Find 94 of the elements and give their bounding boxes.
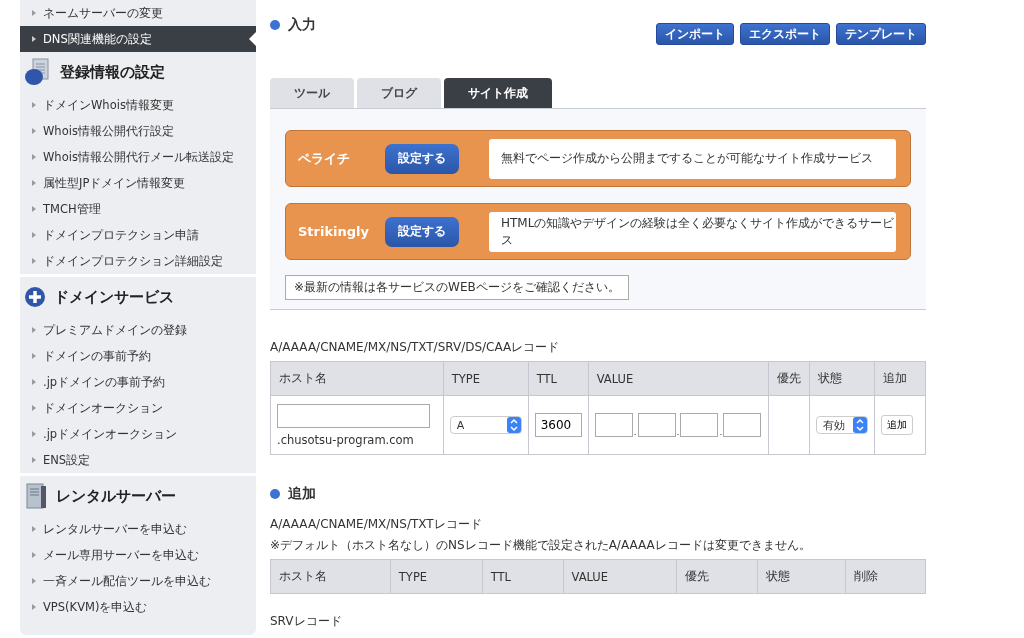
table-label: A/AAAA/CNAME/MX/NS/TXT/SRV/DS/CAAレコード bbox=[270, 340, 561, 354]
column-header: 削除 bbox=[845, 559, 926, 594]
sidebar-item[interactable]: .jpドメインオークション bbox=[20, 421, 256, 447]
value-field[interactable] bbox=[637, 413, 676, 437]
notice-text: ※デフォルト（ホスト名なし）のNSレコード機能で設定されたA/AAAAレコードは変更できません。 bbox=[270, 538, 812, 552]
bullet-icon bbox=[32, 128, 36, 134]
service-description: 無料でページ作成から公開まですることが可能なサイト作成サービス bbox=[489, 138, 896, 179]
bullet-icon bbox=[32, 457, 36, 463]
sidebar-item[interactable]: VPS(KVM)を申込む bbox=[20, 594, 256, 620]
separator-dot: . bbox=[676, 427, 680, 437]
sidebar-item[interactable]: ドメインプロテクション詳細設定 bbox=[20, 248, 256, 274]
sidebar-item[interactable]: レンタルサーバーを申込む bbox=[20, 516, 256, 542]
column-header: VALUE bbox=[563, 559, 677, 594]
sidebar-item[interactable]: ENS設定 bbox=[20, 447, 256, 473]
bullet-icon bbox=[32, 36, 36, 42]
bullet-icon bbox=[32, 552, 36, 558]
sidebar-item[interactable]: .jpドメインの事前予約 bbox=[20, 369, 256, 395]
sidebar-item[interactable]: ドメインプロテクション申請 bbox=[20, 222, 256, 248]
chevrons-icon bbox=[506, 417, 521, 433]
action-button[interactable]: インポート bbox=[656, 23, 734, 45]
dot-icon bbox=[270, 489, 280, 499]
value-field[interactable] bbox=[723, 413, 762, 437]
chevrons-icon bbox=[853, 417, 868, 433]
host-field[interactable] bbox=[277, 403, 430, 428]
domain-suffix: .chusotsu-program.com bbox=[277, 432, 415, 447]
bullet-icon bbox=[32, 154, 36, 160]
bullet-icon bbox=[32, 379, 36, 385]
service-description: HTMLの知識やデザインの経験は全く必要なくサイト作成ができるサービス bbox=[489, 211, 896, 252]
document-globe-icon bbox=[24, 58, 52, 86]
ttl-field[interactable]: 3600 bbox=[534, 413, 582, 437]
bullet-icon bbox=[32, 180, 36, 186]
sidebar-item[interactable]: Whois情報公開代行メール転送設定 bbox=[20, 144, 256, 170]
sidebar-item[interactable]: Whois情報公開代行設定 bbox=[20, 118, 256, 144]
column-header: 状態 bbox=[757, 559, 846, 594]
bullet-icon bbox=[32, 353, 36, 359]
settings-button[interactable]: 設定する bbox=[385, 216, 459, 247]
bullet-icon bbox=[32, 405, 36, 411]
section-heading: 登録情報の設定 bbox=[60, 62, 165, 82]
value-field[interactable] bbox=[594, 413, 633, 437]
column-header: ホスト名 bbox=[270, 361, 444, 396]
sidebar-item[interactable]: メール専用サーバーを申込む bbox=[20, 542, 256, 568]
bullet-icon bbox=[32, 327, 36, 333]
column-header: TTL bbox=[528, 361, 589, 396]
section-heading: ドメインサービス bbox=[54, 287, 174, 307]
type-select[interactable]: A bbox=[449, 416, 522, 434]
bullet-icon bbox=[32, 232, 36, 238]
table-label: A/AAAA/CNAME/MX/NS/TXTレコード bbox=[270, 517, 483, 531]
column-header: ホスト名 bbox=[270, 559, 391, 594]
bullet-icon bbox=[32, 206, 36, 212]
column-header: 状態 bbox=[809, 361, 875, 396]
tab[interactable]: ツール bbox=[270, 78, 354, 108]
bullet-icon bbox=[32, 431, 36, 437]
plus-icon bbox=[24, 286, 46, 308]
sidebar-item[interactable]: ネームサーバーの変更 bbox=[20, 0, 256, 26]
state-select[interactable]: 有効 bbox=[816, 416, 869, 434]
column-header: 優先 bbox=[768, 361, 810, 396]
notice-text: ※最新の情報は各サービスのWEBページをご確認ください。 bbox=[285, 275, 629, 300]
add-button[interactable]: 追加 bbox=[881, 415, 914, 435]
separator-dot: . bbox=[633, 427, 637, 437]
sidebar-item[interactable]: DNS関連機能の設定 bbox=[20, 26, 256, 52]
dot-icon bbox=[270, 20, 280, 30]
server-icon bbox=[24, 482, 48, 510]
sidebar-item[interactable]: TMCH管理 bbox=[20, 196, 256, 222]
column-header: TYPE bbox=[390, 559, 483, 594]
section-heading: レンタルサーバー bbox=[56, 486, 176, 506]
action-button[interactable]: テンプレート bbox=[836, 23, 926, 45]
section-heading: 追加 bbox=[288, 485, 316, 503]
sidebar-item[interactable]: ドメインオークション bbox=[20, 395, 256, 421]
service-name: Strikingly bbox=[298, 224, 371, 239]
action-button[interactable]: エクスポート bbox=[740, 23, 830, 45]
value-field[interactable] bbox=[680, 413, 719, 437]
sidebar-item[interactable]: ドメインWhois情報変更 bbox=[20, 92, 256, 118]
sidebar-item[interactable]: 属性型JPドメイン情報変更 bbox=[20, 170, 256, 196]
table-label: SRVレコード bbox=[270, 614, 343, 628]
tab[interactable]: ブログ bbox=[357, 78, 441, 108]
settings-button[interactable]: 設定する bbox=[385, 143, 459, 174]
sidebar-item[interactable]: ドメインの事前予約 bbox=[20, 343, 256, 369]
bullet-icon bbox=[32, 10, 36, 16]
bullet-icon bbox=[32, 578, 36, 584]
column-header: VALUE bbox=[588, 361, 769, 396]
sidebar-item[interactable]: プレミアムドメインの登録 bbox=[20, 317, 256, 343]
section-heading: 入力 bbox=[288, 16, 316, 34]
service-name: ペライチ bbox=[298, 149, 351, 168]
bullet-icon bbox=[32, 526, 36, 532]
column-header: TYPE bbox=[443, 361, 529, 396]
column-header: TTL bbox=[482, 559, 564, 594]
column-header: 追加 bbox=[874, 361, 926, 396]
bullet-icon bbox=[32, 604, 36, 610]
sidebar-item[interactable]: 一斉メール配信ツールを申込む bbox=[20, 568, 256, 594]
column-header: 優先 bbox=[676, 559, 758, 594]
bullet-icon bbox=[32, 258, 36, 264]
tab[interactable]: サイト作成 bbox=[444, 78, 552, 108]
bullet-icon bbox=[32, 102, 36, 108]
separator-dot: . bbox=[719, 427, 723, 437]
